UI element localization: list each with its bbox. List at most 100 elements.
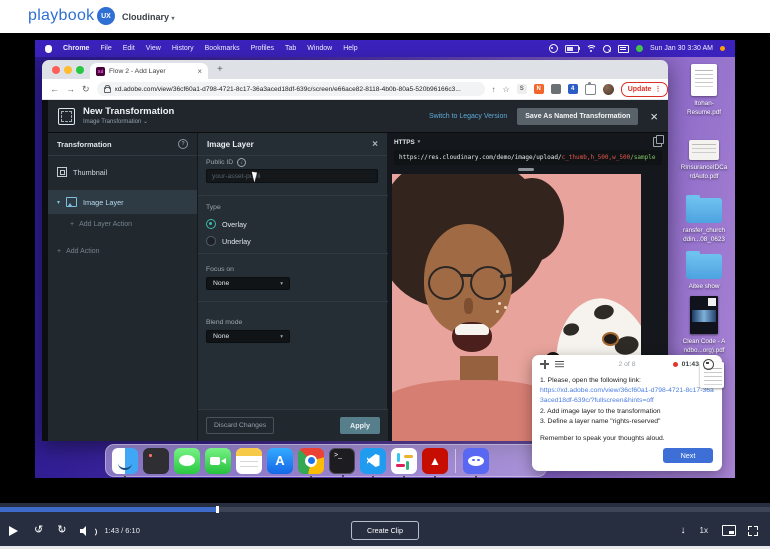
new-tab-button[interactable]: + — [217, 64, 223, 75]
dock-discord-icon[interactable] — [463, 447, 489, 478]
fullscreen-icon[interactable] — [748, 525, 758, 536]
browser-tab[interactable]: Xd Flow 2 - Add Layer × — [90, 63, 208, 79]
dock-launchpad-icon[interactable] — [143, 447, 169, 474]
save-named-transformation-button[interactable]: Save As Named Transformation — [517, 107, 639, 125]
menu-profiles[interactable]: Profiles — [251, 45, 274, 52]
spotlight-icon[interactable] — [602, 44, 611, 53]
rewind-5-button[interactable]: ↺ 5 — [34, 525, 43, 536]
help-icon[interactable]: ? — [178, 139, 188, 149]
plus-icon: + — [70, 221, 75, 228]
create-clip-button[interactable]: Create Clip — [351, 521, 419, 540]
plus-icon: + — [57, 248, 62, 255]
desktop-icon-transfer-folder[interactable] — [686, 195, 722, 223]
forward-5-button[interactable]: ↻ 5 — [57, 525, 66, 536]
sidebar-title: Transformation ? — [48, 133, 197, 156]
tab-close-icon[interactable]: × — [197, 67, 202, 76]
menu-help[interactable]: Help — [343, 45, 357, 52]
extension-gray-icon[interactable] — [550, 84, 561, 94]
protocol-select[interactable]: HTTPS — [394, 139, 415, 146]
picture-in-picture-icon[interactable] — [722, 525, 736, 536]
input-source-icon[interactable] — [617, 44, 629, 53]
discard-changes-button[interactable]: Discard Changes — [206, 417, 275, 434]
org-selector[interactable]: Cloudinary ▾ — [122, 12, 175, 22]
playback-speed-button[interactable]: 1x — [700, 526, 708, 535]
desktop-icon-clean-code[interactable] — [690, 296, 718, 334]
dock-appstore-icon[interactable]: A — [267, 447, 293, 474]
wifi-icon[interactable] — [585, 44, 596, 53]
url-protocol-row: HTTPS ▾ — [394, 135, 664, 148]
menu-chrome[interactable]: Chrome — [63, 45, 89, 52]
close-icon[interactable]: × — [650, 109, 658, 124]
extension-orange-icon[interactable]: N — [533, 84, 544, 94]
menubar-clock[interactable]: Sun Jan 30 3:30 AM — [650, 45, 713, 52]
dock-slack-icon[interactable] — [391, 447, 417, 478]
menu-file[interactable]: File — [100, 45, 111, 52]
bookmark-star-icon[interactable]: ☆ — [503, 85, 510, 94]
dock-messages-icon[interactable] — [174, 447, 200, 474]
zoom-window-button[interactable] — [76, 66, 84, 74]
desktop-icon-label: ransfer_church ddin...08_0623 — [683, 227, 725, 243]
minimize-window-button[interactable] — [64, 66, 72, 74]
volume-icon[interactable] — [80, 525, 98, 537]
menu-tab[interactable]: Tab — [285, 45, 296, 52]
focus-on-dropdown[interactable]: None ▾ — [206, 277, 290, 290]
profile-avatar[interactable] — [602, 83, 614, 95]
menu-edit[interactable]: Edit — [123, 45, 135, 52]
dock-notes-icon[interactable] — [236, 447, 262, 474]
desktop-icon-insurance[interactable] — [689, 140, 719, 160]
folder-icon — [686, 251, 722, 279]
switch-legacy-link[interactable]: Switch to Legacy Version — [429, 113, 507, 120]
dock-terminal-icon[interactable]: >_ — [329, 447, 355, 477]
apple-menu-icon[interactable] — [45, 44, 52, 53]
play-button[interactable] — [9, 525, 18, 536]
desktop-icon-aitee-folder[interactable] — [686, 251, 722, 279]
add-layer-action-button[interactable]: + Add Layer Action — [48, 214, 197, 235]
desktop-icon-resume[interactable] — [691, 64, 717, 96]
extension-s-icon[interactable]: S — [516, 84, 527, 94]
dock-chrome-icon[interactable] — [298, 447, 324, 478]
dock-acrobat-icon[interactable]: ▲ — [422, 447, 448, 478]
menu-view[interactable]: View — [146, 45, 161, 52]
address-bar[interactable]: xd.adobe.com/view/36cf60a1-d798-4721-8c1… — [96, 82, 485, 96]
playbook-logo: playbook — [28, 7, 95, 24]
share-icon[interactable]: ↑ — [492, 85, 496, 94]
copy-icon[interactable] — [653, 135, 664, 147]
forward-icon[interactable]: → — [66, 84, 75, 94]
extension-blue-icon[interactable]: 4 — [567, 84, 578, 94]
transformation-type-select[interactable]: Image Transformation ⌄ — [83, 118, 174, 125]
battery-icon[interactable] — [564, 44, 581, 53]
reload-icon[interactable]: ↻ — [82, 84, 90, 95]
dock-finder-icon[interactable] — [112, 447, 138, 478]
download-icon[interactable]: ↓ — [681, 525, 686, 536]
instruction-line: 2. Add image layer to the transformation — [540, 407, 661, 415]
sidebar-item-image-layer[interactable]: ▾ Image Layer — [48, 190, 197, 214]
folder-icon — [686, 195, 722, 223]
apply-button[interactable]: Apply — [340, 417, 380, 434]
stop-recording-icon[interactable] — [703, 358, 714, 370]
menu-window[interactable]: Window — [307, 45, 332, 52]
back-icon[interactable]: ← — [50, 84, 59, 94]
scrollbar-handle[interactable] — [518, 168, 534, 171]
status-green-icon[interactable] — [635, 45, 643, 52]
sidebar-item-thumbnail[interactable]: Thumbnail — [48, 160, 197, 184]
info-icon[interactable]: i — [237, 158, 247, 167]
screenshot-root: playbook UX Cloudinary ▾ Chrome File Edi… — [0, 0, 770, 549]
dock-vscode-icon[interactable] — [360, 447, 386, 478]
blend-mode-dropdown[interactable]: None ▾ — [206, 330, 290, 343]
menu-bookmarks[interactable]: Bookmarks — [205, 45, 240, 52]
delivery-url[interactable]: https://res.cloudinary.com/demo/image/up… — [394, 150, 662, 165]
add-action-button[interactable]: + Add Action — [48, 241, 197, 262]
screen-record-icon[interactable] — [548, 44, 558, 53]
underlay-radio[interactable]: Underlay — [206, 236, 251, 246]
next-button[interactable]: Next — [663, 448, 713, 463]
close-window-button[interactable] — [52, 66, 60, 74]
update-button[interactable]: Update ⋮ — [620, 81, 668, 97]
close-icon[interactable]: × — [372, 139, 378, 150]
public-id-input[interactable] — [206, 169, 378, 183]
extensions-puzzle-icon[interactable] — [584, 82, 596, 95]
overlay-radio[interactable]: Overlay — [206, 219, 247, 229]
instruction-link[interactable]: https://xd.adobe.com/view/36cf60a1-d798-… — [540, 386, 714, 406]
dock-facetime-icon[interactable] — [205, 447, 231, 474]
menu-history[interactable]: History — [172, 45, 194, 52]
more-menu-icon[interactable]: ⋮ — [654, 85, 661, 93]
